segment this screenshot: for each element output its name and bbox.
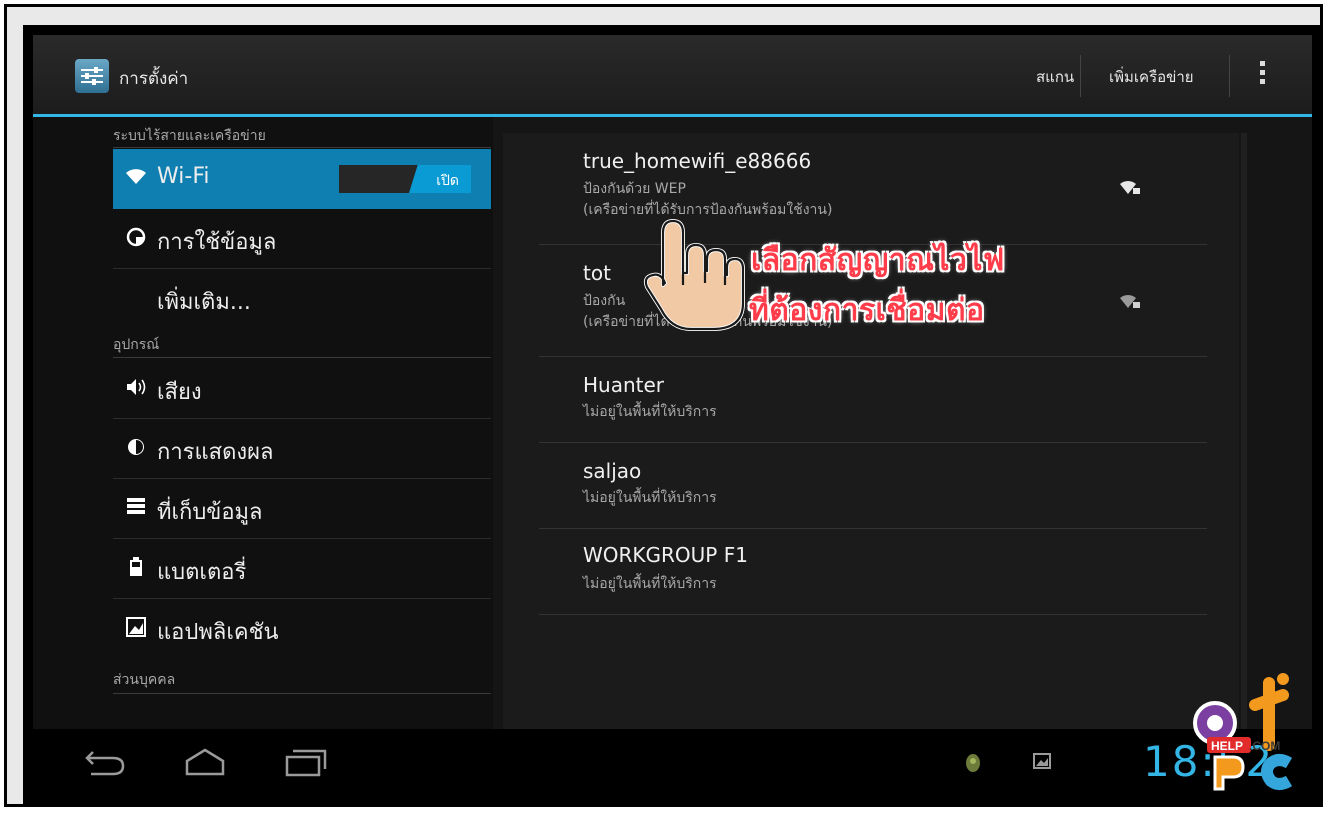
- network-item[interactable]: true_homewifi_e88666 ป้องกันด้วย WEP (เค…: [539, 133, 1207, 245]
- network-status: ไม่อยู่ในพื้นที่ให้บริการ: [583, 490, 717, 506]
- sidebar-item-battery[interactable]: แบตเตอรี่: [113, 539, 491, 599]
- screenshot-frame: การตั้งค่า สแกน เพิ่มเครือข่าย ระบบไร้สา…: [4, 4, 1323, 807]
- speaker-icon: [125, 377, 147, 399]
- section-divider: [113, 147, 491, 148]
- sidebar-item-label: การแสดงผล: [157, 440, 274, 465]
- sidebar-item-storage[interactable]: ที่เก็บข้อมูล: [113, 479, 491, 539]
- sidebar-item-label: การใช้ข้อมูล: [157, 230, 277, 255]
- sidebar-item-more[interactable]: เพิ่มเติม...: [113, 269, 491, 329]
- settings-sidebar: ระบบไร้สายและเครือข่าย Wi-Fi เปิด การใช้…: [33, 117, 493, 729]
- wifi-signal-locked-icon: [1119, 177, 1141, 199]
- scan-button[interactable]: สแกน: [1036, 65, 1074, 89]
- sidebar-item-display[interactable]: การแสดงผล: [113, 419, 491, 479]
- data-usage-icon: [125, 227, 147, 249]
- action-bar: การตั้งค่า สแกน เพิ่มเครือข่าย: [33, 35, 1312, 117]
- okpc-help-logo: HELP .COM: [1185, 665, 1312, 795]
- logo-com-text: .COM: [1249, 739, 1280, 753]
- sidebar-item-sound[interactable]: เสียง: [113, 359, 491, 419]
- android-debug-icon: [963, 751, 983, 777]
- screenshot-border: การตั้งค่า สแกน เพิ่มเครือข่าย ระบบไร้สา…: [23, 25, 1320, 804]
- logo-help-text: HELP: [1211, 739, 1243, 753]
- network-security: ป้องกันด้วย WEP: [583, 181, 686, 197]
- sidebar-item-label: Wi-Fi: [157, 164, 210, 189]
- recent-apps-icon[interactable]: [283, 747, 327, 781]
- wifi-icon: [125, 167, 147, 189]
- divider: [1229, 55, 1230, 97]
- system-navigation-bar: 18:52: [33, 729, 1312, 796]
- divider: [1080, 55, 1081, 97]
- sidebar-item-label: เพิ่มเติม...: [157, 290, 251, 315]
- picture-notification-icon: [1033, 753, 1051, 773]
- sidebar-item-data-usage[interactable]: การใช้ข้อมูล: [113, 209, 491, 269]
- network-ssid: WORKGROUP F1: [583, 543, 748, 567]
- network-security: ป้องกัน: [583, 293, 626, 309]
- instruction-annotation-line2: ที่ต้องการเชื่อมต่อ: [749, 293, 985, 328]
- sidebar-item-apps[interactable]: แอปพลิเคชัน: [113, 599, 491, 659]
- home-icon[interactable]: [183, 747, 227, 781]
- apps-icon: [125, 617, 147, 639]
- scrollbar[interactable]: [1241, 133, 1247, 729]
- back-icon[interactable]: [83, 747, 127, 781]
- tablet-screen: การตั้งค่า สแกน เพิ่มเครือข่าย ระบบไร้สา…: [33, 35, 1312, 796]
- network-item[interactable]: Huanter ไม่อยู่ในพื้นที่ให้บริการ: [539, 357, 1207, 443]
- section-divider: [113, 693, 491, 694]
- sidebar-item-wifi[interactable]: Wi-Fi เปิด: [113, 149, 491, 209]
- section-divider: [113, 357, 491, 358]
- network-status: ไม่อยู่ในพื้นที่ให้บริการ: [583, 576, 717, 592]
- wifi-network-list: true_homewifi_e88666 ป้องกันด้วย WEP (เค…: [503, 133, 1239, 729]
- sidebar-item-label: เสียง: [157, 380, 202, 405]
- settings-app-icon[interactable]: [75, 59, 109, 93]
- overflow-menu-icon[interactable]: [1258, 61, 1266, 91]
- network-ssid: Huanter: [583, 373, 665, 397]
- sidebar-item-label: แอปพลิเคชัน: [157, 620, 279, 645]
- network-ssid: saljao: [583, 459, 642, 483]
- network-item[interactable]: saljao ไม่อยู่ในพื้นที่ให้บริการ: [539, 443, 1207, 529]
- section-header-wireless: ระบบไร้สายและเครือข่าย: [113, 128, 266, 144]
- brightness-icon: [125, 437, 147, 459]
- instruction-annotation-line1: เลือกสัญญาณไวไฟ: [751, 243, 1005, 278]
- app-title: การตั้งค่า: [119, 69, 189, 89]
- storage-icon: [125, 497, 147, 519]
- add-network-button[interactable]: เพิ่มเครือข่าย: [1109, 65, 1194, 89]
- divider: [539, 614, 1207, 615]
- wifi-signal-locked-icon: [1119, 291, 1141, 313]
- sidebar-item-label: แบตเตอรี่: [157, 560, 247, 585]
- sidebar-item-label: ที่เก็บข้อมูล: [157, 500, 263, 525]
- network-item[interactable]: WORKGROUP F1 ไม่อยู่ในพื้นที่ให้บริการ: [539, 529, 1207, 615]
- wifi-toggle[interactable]: เปิด: [339, 165, 471, 193]
- hand-pointer-icon: [643, 213, 747, 333]
- section-header-personal: ส่วนบุคคล: [113, 672, 176, 688]
- battery-icon: [125, 557, 147, 579]
- network-ssid: true_homewifi_e88666: [583, 149, 812, 173]
- network-status: ไม่อยู่ในพื้นที่ให้บริการ: [583, 404, 717, 420]
- toggle-state-label: เปิด: [436, 173, 459, 189]
- network-ssid: tot: [583, 261, 611, 285]
- section-header-device: อุปกรณ์: [113, 337, 160, 353]
